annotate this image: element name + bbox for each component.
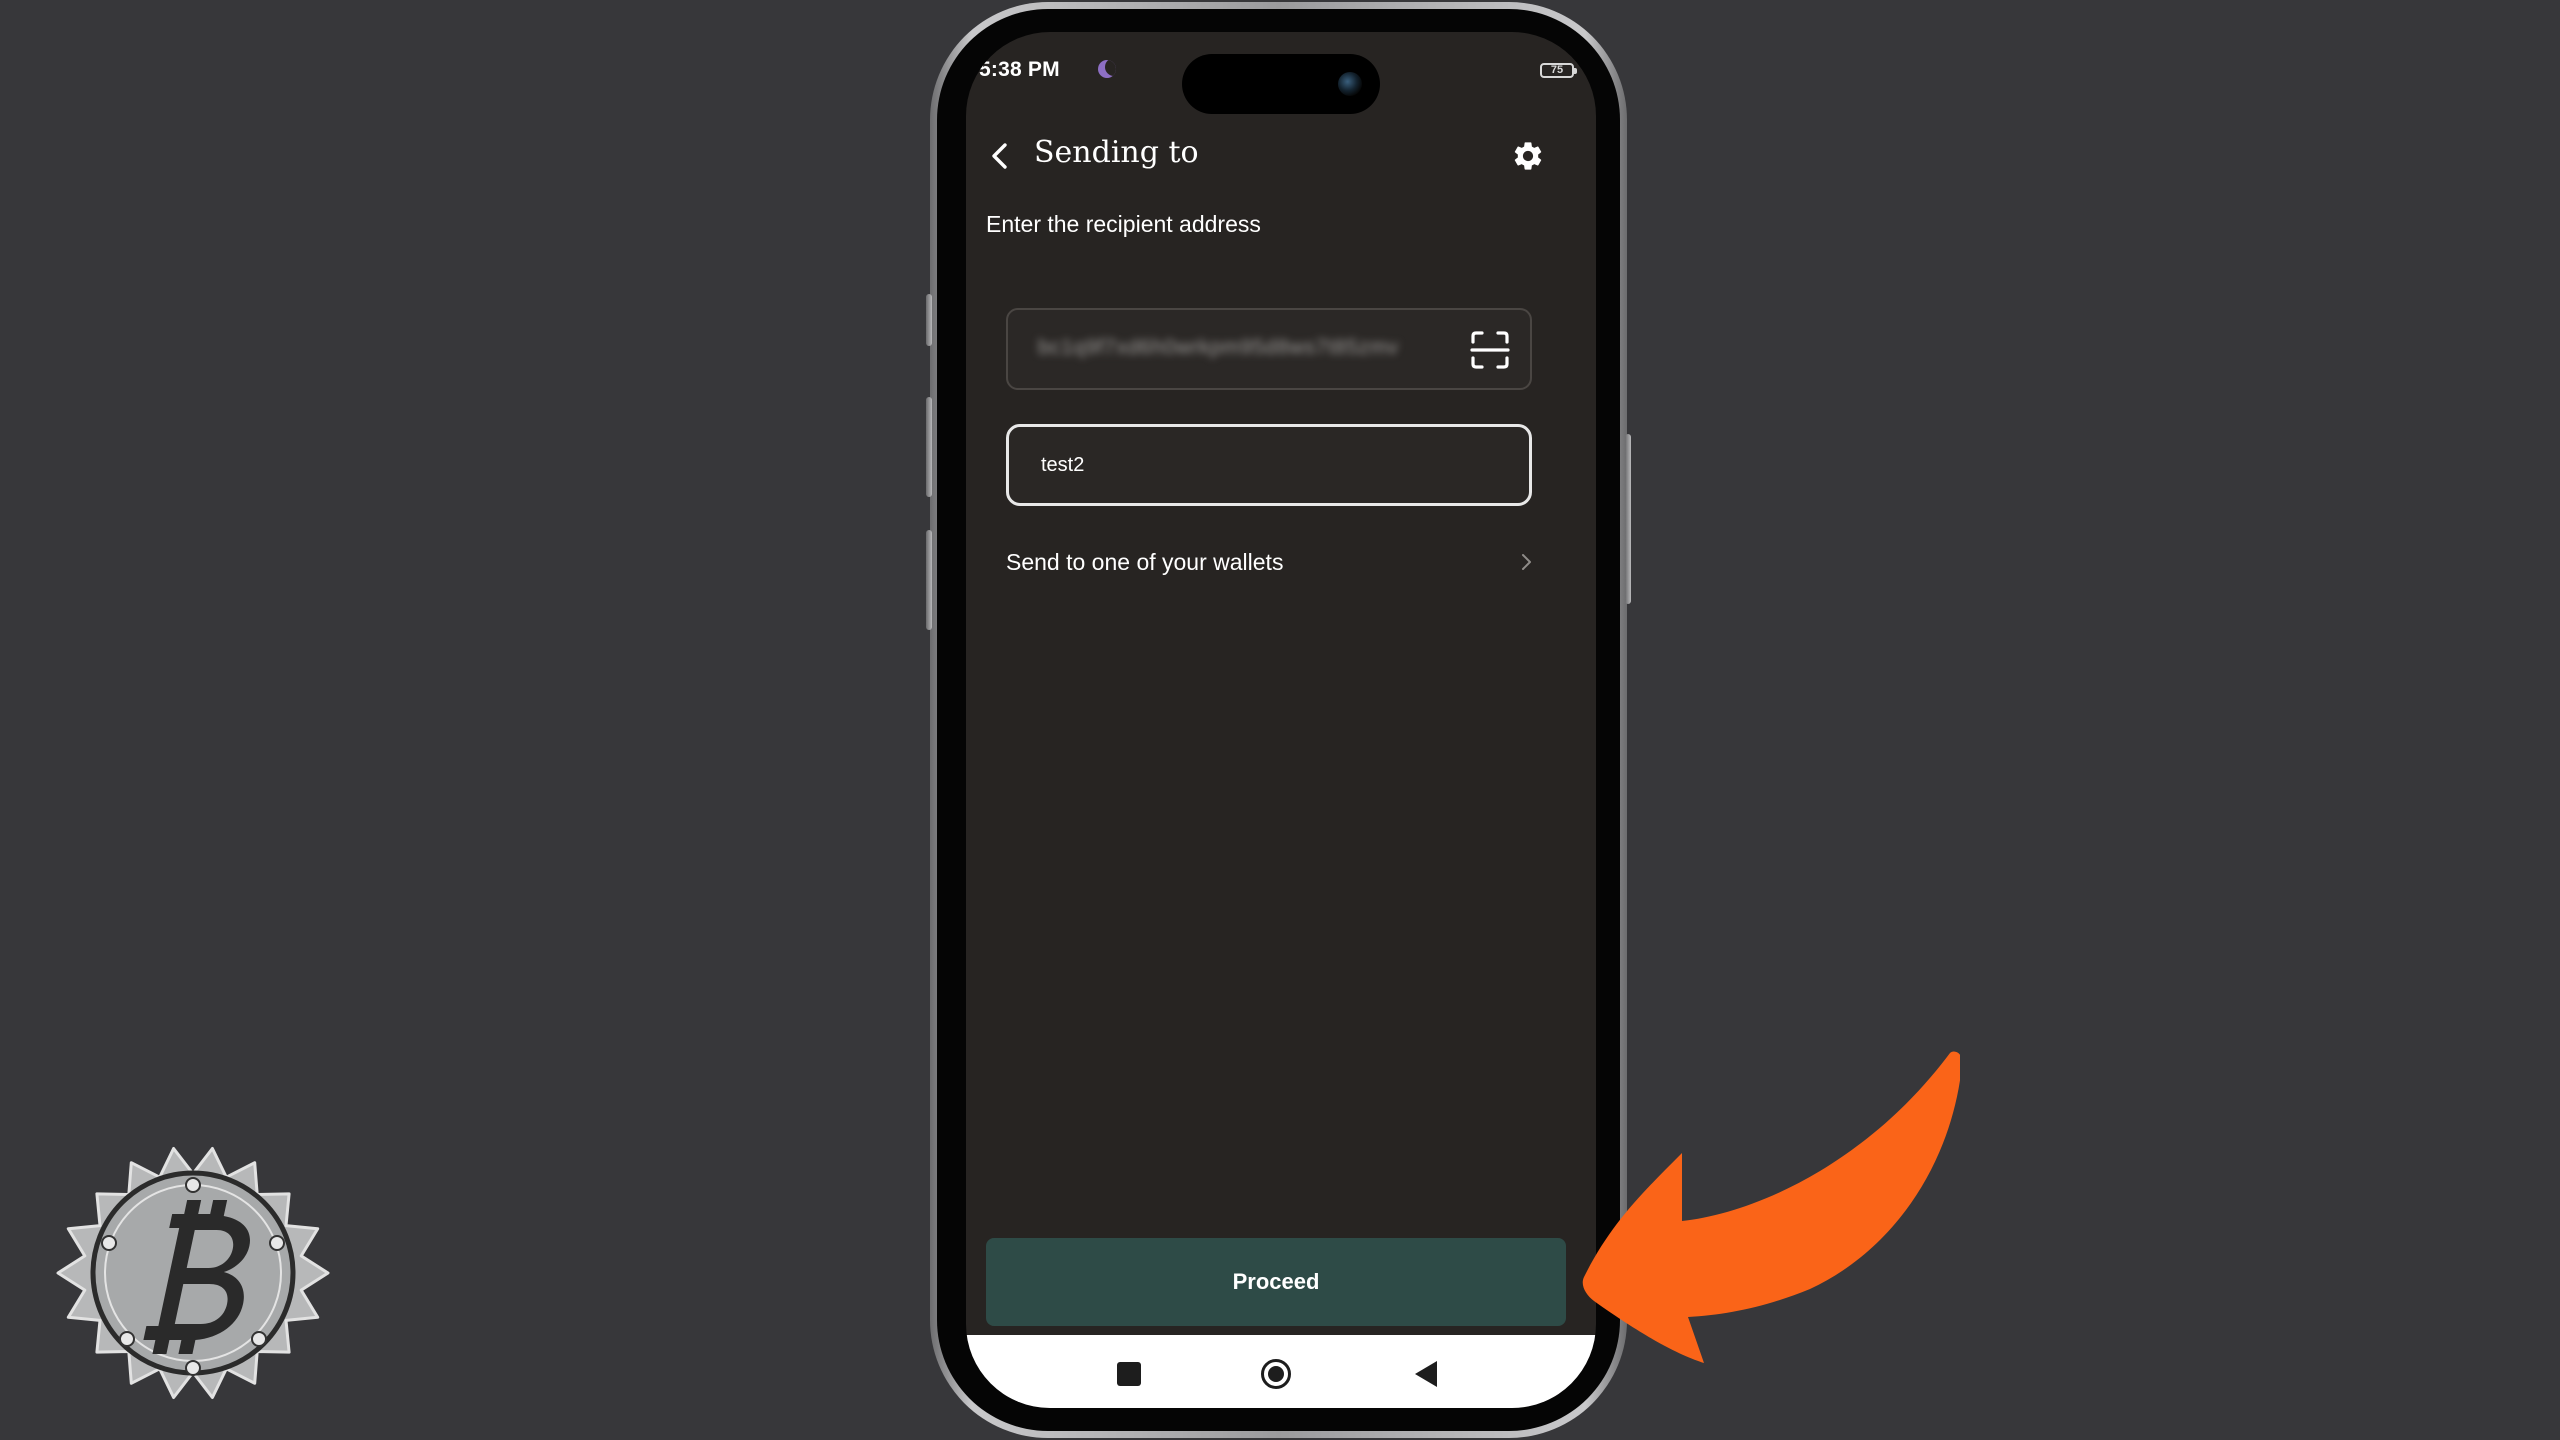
instruction-text: Enter the recipient address <box>986 211 1261 237</box>
pointer-arrow-icon <box>1582 1051 1960 1363</box>
status-time: 5:38 PM <box>979 58 1060 81</box>
battery-level: 75 <box>1550 64 1564 76</box>
address-label-input[interactable] <box>1006 424 1532 506</box>
dnd-moon-icon <box>1098 60 1116 78</box>
dynamic-island <box>1182 54 1380 114</box>
page-title: Sending to <box>1034 135 1199 170</box>
power-button <box>1625 434 1631 604</box>
send-to-own-wallet-label: Send to one of your wallets <box>1006 548 1284 575</box>
battery-icon: 75 <box>1540 63 1577 78</box>
triangle-back-icon[interactable] <box>1415 1361 1437 1387</box>
app-screen: 5:38 PM 75 Sending to Enter the recipien… <box>966 32 1596 1408</box>
proceed-button[interactable]: Proceed <box>986 1238 1566 1326</box>
recipient-address-field[interactable]: bc1q9f7xd6h0wrkpm95d8ws7t85zmv <box>1006 308 1532 390</box>
chevron-left-icon <box>992 143 1007 169</box>
action-button <box>926 294 932 346</box>
scan-qr-button[interactable] <box>1468 328 1512 372</box>
qr-scan-icon <box>1470 331 1510 369</box>
system-nav-bar <box>966 1335 1596 1408</box>
chevron-right-icon <box>1522 554 1531 570</box>
settings-button[interactable] <box>1506 134 1550 178</box>
volume-down-button <box>926 530 932 630</box>
send-to-own-wallet-link[interactable]: Send to one of your wallets <box>1006 540 1534 584</box>
phone-frame: 5:38 PM 75 Sending to Enter the recipien… <box>926 2 1631 1438</box>
gear-icon <box>1514 142 1542 170</box>
recipient-address-value: bc1q9f7xd6h0wrkpm95d8ws7t85zmv <box>1038 336 1399 359</box>
square-icon[interactable] <box>1117 1362 1141 1386</box>
circle-icon[interactable] <box>1261 1359 1291 1389</box>
proceed-label: Proceed <box>1232 1269 1320 1294</box>
bitcoin-seal-logo-icon <box>56 1147 330 1399</box>
volume-up-button <box>926 397 932 497</box>
camera-icon <box>1338 72 1362 96</box>
back-button[interactable] <box>980 136 1020 176</box>
